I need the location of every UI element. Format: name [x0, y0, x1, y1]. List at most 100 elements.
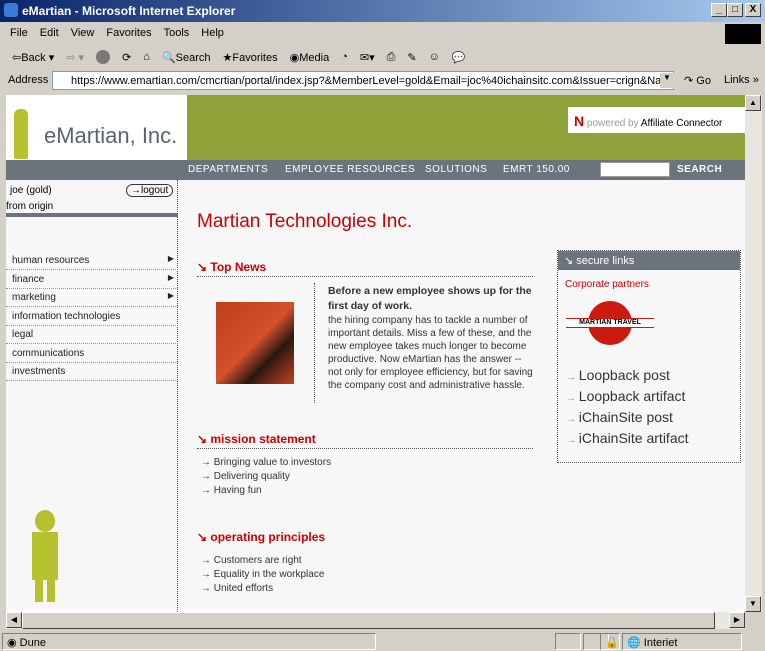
secure-links-panel: ↘ secure links Corporate partners MARTIA… — [557, 250, 741, 463]
arrow-icon: → — [566, 435, 579, 446]
top-news-heading: ↘ Top News — [197, 260, 533, 277]
secure-links-heading: ↘ secure links — [558, 251, 740, 270]
nav-bar: DEPARTMENTS EMPLOYEE RESOURCES SOLUTIONS… — [6, 160, 745, 180]
logout-button[interactable]: →logout — [126, 184, 174, 197]
mission-item: → Having fun — [201, 485, 262, 496]
address-label: Address — [8, 74, 49, 86]
discuss-icon[interactable]: 💬 — [452, 51, 466, 64]
nav-departments[interactable]: DEPARTMENTS — [188, 164, 268, 175]
nav-employee-resources[interactable]: EMPLOYEE RESOURCES — [285, 164, 415, 175]
arrow-icon: → — [566, 414, 579, 425]
scroll-down-button[interactable]: ▼ — [745, 596, 761, 612]
maximize-button[interactable]: □ — [727, 3, 743, 17]
edit-icon[interactable]: ✎ — [407, 51, 416, 64]
history-icon[interactable]: ◔ — [341, 51, 348, 63]
title-bar: eMartian - Microsoft Internet Explorer _… — [0, 0, 765, 22]
address-input[interactable]: https://www.emartian.com/cmcrtian/portal… — [52, 71, 674, 90]
refresh-icon[interactable]: ⟳ — [122, 51, 131, 64]
principle-item: → United efforts — [201, 583, 274, 594]
menu-view[interactable]: View — [71, 24, 95, 39]
affiliate-connector-badge[interactable]: N powered by Affiliate Connector — [568, 107, 745, 133]
user-name: joe (gold) — [10, 185, 52, 196]
arrow-icon: ↘ — [197, 530, 211, 544]
martian-mascot-icon — [30, 498, 60, 603]
martian-travel-logo[interactable]: MARTIAN TRAVEL — [566, 296, 740, 366]
n-logo: N — [574, 113, 585, 129]
user-origin: from origin — [6, 201, 54, 212]
scroll-right-button[interactable]: ▶ — [729, 612, 745, 628]
sidebar-item[interactable]: human resources ▶ — [6, 252, 178, 270]
secure-link[interactable]: → Loopback artifact — [566, 387, 740, 408]
media-icon: ◉ — [289, 51, 300, 64]
lock-icon: 🔒 — [600, 633, 620, 650]
sidebar-item[interactable]: information technologies — [6, 308, 178, 326]
secure-link[interactable]: → iChainSite artifact — [566, 429, 740, 450]
back-arrow-icon: ⇦ — [12, 51, 22, 64]
principle-item: → Equality in the workplace — [201, 569, 325, 580]
toolbar: ⇦Back ▾ ⇨ ▾ ⟳ ⌂ 🔍Search ★Favorites ◉Medi… — [4, 46, 764, 68]
menu-edit[interactable]: Edit — [40, 24, 59, 39]
forward-button[interactable]: ⇨ ▾ — [66, 51, 84, 64]
chevron-right-icon: ▶ — [167, 254, 174, 263]
web-page: eMartian, Inc. N powered by Affiliate Co… — [6, 95, 745, 612]
stop-icon[interactable] — [96, 50, 111, 64]
home-icon[interactable]: ⌂ — [143, 51, 150, 63]
go-button[interactable]: ↷ Go — [684, 74, 711, 87]
vertical-scrollbar[interactable]: ▲ ▼ — [745, 95, 762, 612]
minimize-button[interactable]: _ — [711, 3, 727, 17]
search-icon: 🔍 — [161, 51, 176, 64]
horizontal-scrollbar[interactable]: ◀ ▶ — [6, 612, 745, 629]
chevron-right-icon: ▶ — [167, 291, 174, 300]
secure-link[interactable]: → iChainSite post — [566, 408, 740, 429]
ie-icon — [4, 3, 18, 17]
close-button[interactable]: X — [745, 3, 761, 17]
page-title: Martian Technologies Inc. — [197, 211, 413, 232]
scroll-left-button[interactable]: ◀ — [6, 612, 22, 628]
principle-item: → Customers are right — [201, 555, 302, 566]
search-input[interactable] — [600, 162, 670, 177]
links-button[interactable]: Links » — [724, 74, 759, 86]
martian-figure-icon — [14, 109, 28, 159]
window-title: eMartian - Microsoft Internet Explorer — [22, 4, 236, 18]
mail-icon[interactable]: ✉▾ — [360, 51, 375, 64]
status-bar: ◉ Dune 🔒 🌐 Interiet — [0, 632, 765, 651]
sidebar-item[interactable]: legal — [6, 326, 178, 344]
secure-link[interactable]: → Loopback post — [566, 366, 740, 387]
news-body: the hiring company has to tackle a numbe… — [328, 315, 533, 391]
sidebar-item[interactable]: communications — [6, 345, 178, 363]
back-button[interactable]: ⇦Back ▾ — [12, 51, 54, 64]
windows-logo-icon — [725, 24, 761, 44]
scroll-thumb[interactable] — [22, 612, 715, 629]
address-dropdown-icon[interactable]: ▼ — [660, 73, 674, 88]
menu-tools[interactable]: Tools — [164, 24, 190, 39]
sidebar: joe (gold) →logout from origin human res… — [6, 180, 178, 612]
arrow-icon: ↘ — [197, 432, 211, 446]
favorites-button[interactable]: ★Favorites — [223, 51, 278, 64]
mission-item: → Bringing value to investors — [201, 457, 332, 468]
sidebar-item[interactable]: finance ▶ — [6, 271, 178, 289]
news-headline[interactable]: Before a new employee shows up for the f… — [328, 284, 533, 314]
news-article: Before a new employee shows up for the f… — [328, 284, 533, 392]
search-button[interactable]: 🔍Search — [162, 51, 211, 64]
mission-item: → Delivering quality — [201, 471, 290, 482]
corporate-partners-label: Corporate partners — [565, 279, 649, 290]
sidebar-item[interactable]: investments — [6, 363, 178, 381]
nav-emrt-price: EMRT 150.00 — [503, 164, 570, 175]
logo[interactable]: eMartian, Inc. — [6, 95, 187, 160]
menu-help[interactable]: Help — [201, 24, 224, 39]
menu-favorites[interactable]: Favorites — [106, 24, 151, 39]
status-text: ◉ Dune — [2, 633, 376, 650]
menu-file[interactable]: File — [10, 24, 28, 39]
address-bar: Address https://www.emartian.com/cmcrtia… — [4, 70, 764, 92]
star-icon: ★ — [222, 51, 233, 64]
messenger-icon[interactable]: ☺ — [429, 51, 440, 63]
arrow-icon: → — [566, 393, 579, 404]
nav-solutions[interactable]: SOLUTIONS — [425, 164, 487, 175]
search-button[interactable]: SEARCH — [677, 164, 722, 175]
scroll-up-button[interactable]: ▲ — [745, 95, 761, 111]
sidebar-item[interactable]: marketing ▶ — [6, 289, 178, 307]
divider — [6, 213, 178, 217]
print-icon[interactable]: ⎙ — [387, 51, 396, 64]
media-button[interactable]: ◉Media — [290, 51, 330, 64]
security-zone: 🌐 Interiet — [622, 633, 742, 650]
